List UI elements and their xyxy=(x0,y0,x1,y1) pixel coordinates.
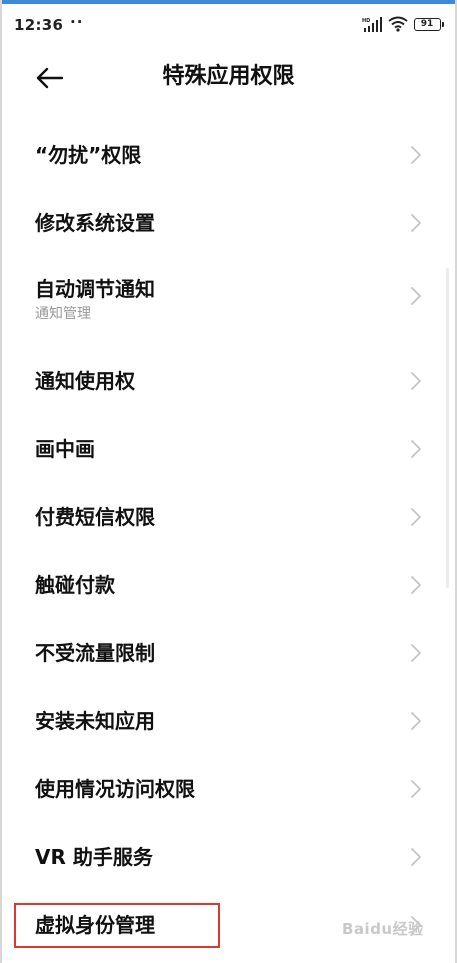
status-time: 12:36 xyxy=(14,16,64,34)
watermark-text: Baidu经验 xyxy=(342,920,424,938)
settings-item[interactable]: 通知使用权 xyxy=(0,346,457,414)
settings-item[interactable]: 触碰付款 xyxy=(0,550,457,618)
app-header: 特殊应用权限 xyxy=(0,42,457,114)
settings-item-subtitle: 通知管理 xyxy=(35,306,91,322)
watermark: Baidu经验 xyxy=(332,908,442,946)
settings-item-title: “勿扰”权限 xyxy=(35,143,142,167)
settings-item[interactable]: 自动调节通知通知管理 xyxy=(0,256,457,346)
hd-signal-icon: HD xyxy=(362,17,382,32)
settings-item[interactable]: VR 助手服务 xyxy=(0,822,457,890)
settings-item[interactable]: 安装未知应用 xyxy=(0,686,457,754)
chevron-right-icon xyxy=(411,508,421,526)
chevron-right-icon xyxy=(411,644,421,662)
settings-item-title: 不受流量限制 xyxy=(35,641,155,665)
battery-level: 91 xyxy=(420,19,434,29)
battery-icon: 91 xyxy=(414,18,444,31)
chevron-right-icon xyxy=(411,440,421,458)
settings-item-title: 修改系统设置 xyxy=(35,211,155,235)
settings-item-title: 通知使用权 xyxy=(35,369,135,393)
settings-item[interactable]: 修改系统设置 xyxy=(0,188,457,256)
chevron-right-icon xyxy=(411,214,421,232)
chevron-right-icon xyxy=(411,146,421,164)
notification-dots: ·· xyxy=(70,13,84,31)
chevron-right-icon xyxy=(411,780,421,798)
settings-item-title: 画中画 xyxy=(35,437,95,461)
chevron-right-icon xyxy=(411,287,421,305)
settings-item[interactable]: 画中画 xyxy=(0,414,457,482)
settings-item-title: 安装未知应用 xyxy=(35,709,155,733)
settings-item-title: VR 助手服务 xyxy=(35,845,153,869)
settings-item-title: 虚拟身份管理 xyxy=(35,913,155,937)
settings-item-title: 自动调节通知 xyxy=(35,277,155,301)
settings-item-title: 付费短信权限 xyxy=(35,505,155,529)
chevron-right-icon xyxy=(411,372,421,390)
page-title: 特殊应用权限 xyxy=(162,64,295,89)
settings-item[interactable]: 使用情况访问权限 xyxy=(0,754,457,822)
settings-item[interactable]: 不受流量限制 xyxy=(0,618,457,686)
settings-item[interactable]: “勿扰”权限 xyxy=(0,120,457,188)
chevron-right-icon xyxy=(411,712,421,730)
settings-item[interactable]: 付费短信权限 xyxy=(0,482,457,550)
wifi-icon xyxy=(388,16,408,32)
chevron-right-icon xyxy=(411,848,421,866)
svg-text:HD: HD xyxy=(362,18,370,24)
status-bar: 12:36 ·· HD 91 xyxy=(0,4,457,42)
settings-item-title: 触碰付款 xyxy=(35,573,115,597)
settings-item-title: 使用情况访问权限 xyxy=(35,777,195,801)
chevron-right-icon xyxy=(411,576,421,594)
